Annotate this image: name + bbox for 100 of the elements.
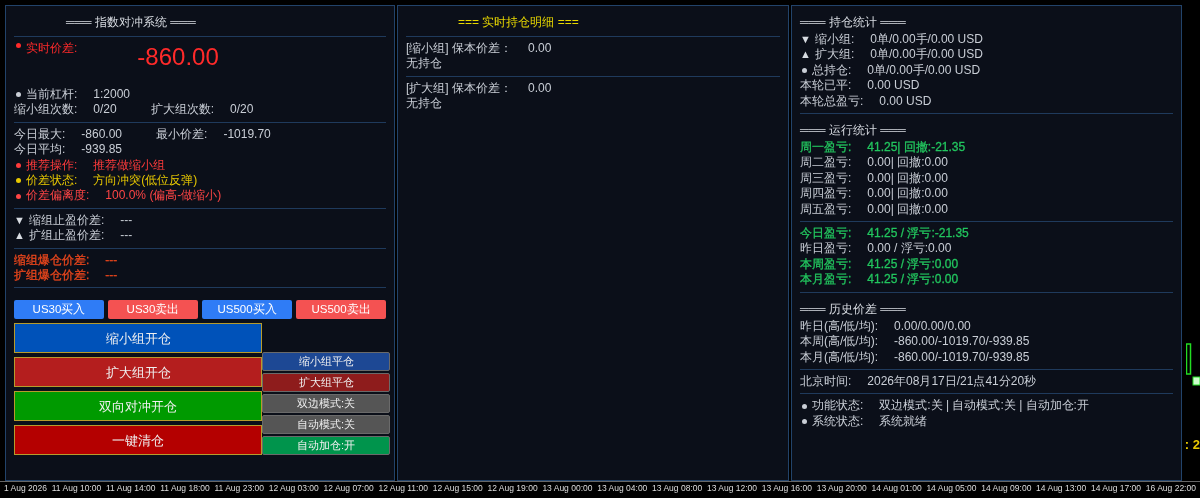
field-label: 扩大组次数: bbox=[150, 102, 215, 118]
field-label: 扩组止盈价差: bbox=[28, 228, 105, 244]
time-axis-label: 16 Aug 22:00 bbox=[1145, 482, 1196, 495]
time-axis-label: 12 Aug 19:00 bbox=[487, 482, 538, 495]
field-value: 0/20 bbox=[93, 102, 117, 118]
action-button[interactable]: 扩大组开仓 bbox=[14, 357, 262, 388]
bullet-marker: ▲ bbox=[14, 228, 25, 244]
panel-title: ═══ 持仓统计 ═══ bbox=[800, 14, 907, 31]
field-label: 总持仓: bbox=[812, 62, 852, 79]
time-axis-label: 12 Aug 03:00 bbox=[268, 482, 319, 495]
time-axis-label: 13 Aug 08:00 bbox=[652, 482, 703, 495]
field-value: -1019.70 bbox=[223, 126, 271, 143]
field-value: --- bbox=[120, 212, 133, 229]
trade-button[interactable]: US30卖出 bbox=[108, 300, 198, 320]
field-label: 系统状态: bbox=[812, 413, 864, 430]
field-value: 方向冲突(低位反弹) bbox=[93, 173, 198, 189]
field-value: 0/20 bbox=[230, 102, 254, 118]
field-label: 扩大组: bbox=[814, 47, 855, 63]
field-value: 100.0% (偏高-做缩小) bbox=[105, 188, 222, 204]
action-button[interactable]: 双向对冲开仓 bbox=[14, 391, 262, 422]
field-value: 0.00| 回撤:0.00 bbox=[867, 155, 948, 171]
time-axis-label: 13 Aug 12:00 bbox=[706, 482, 758, 495]
field-value: 0.00 bbox=[528, 41, 552, 57]
field-value: -860.00 bbox=[81, 126, 123, 143]
trade-button[interactable]: US30买入 bbox=[14, 300, 104, 320]
field-value: 0单/0.00手/0.00 USD bbox=[870, 47, 983, 63]
field-label: 周四盈亏: bbox=[800, 186, 852, 202]
field-label: 价差状态: bbox=[26, 173, 78, 189]
field-label: 无持仓 bbox=[406, 96, 442, 112]
time-axis-label: 13 Aug 16:00 bbox=[761, 482, 812, 495]
field-label: 缩组爆仓价差: bbox=[14, 252, 90, 269]
field-label: 实时价差: bbox=[26, 41, 78, 57]
time-axis-label: 12 Aug 07:00 bbox=[323, 482, 374, 495]
field-label: 周三盈亏: bbox=[800, 170, 852, 187]
field-label: 最小价差: bbox=[156, 126, 208, 143]
field-value: 0.00| 回撤:0.00 bbox=[867, 170, 948, 187]
time-axis-label: 13 Aug 00:00 bbox=[542, 482, 593, 495]
time-axis-label: 12 Aug 11:00 bbox=[378, 482, 428, 495]
trade-button[interactable]: US500买入 bbox=[202, 300, 292, 320]
field-label: 本周(高/低/均): bbox=[800, 334, 878, 350]
field-label: 功能状态: bbox=[812, 398, 864, 414]
field-label: 本月(高/低/均): bbox=[800, 349, 878, 365]
field-label: 缩小组次数: bbox=[14, 102, 78, 118]
field-label: 当前杠杆: bbox=[26, 87, 78, 103]
field-label: 无持仓 bbox=[406, 56, 442, 72]
bullet-marker: ▲ bbox=[800, 47, 811, 63]
time-axis-label: 14 Aug 05:00 bbox=[926, 482, 977, 495]
field-value: 0.00 / 浮亏:0.00 bbox=[867, 241, 952, 257]
time-axis-label: 11 Aug 14:00 bbox=[106, 482, 156, 495]
field-value: 41.25 / 浮亏:-21.35 bbox=[867, 226, 969, 242]
field-label: 北京时间: bbox=[800, 373, 852, 390]
toggle-button[interactable]: 自动模式:关 bbox=[262, 415, 390, 435]
time-axis-label: 13 Aug 20:00 bbox=[816, 482, 867, 495]
trade-button[interactable]: US500卖出 bbox=[296, 300, 386, 320]
field-value: 0.00/0.00/0.00 bbox=[894, 318, 971, 335]
candlestick-drawing bbox=[1186, 343, 1200, 387]
field-label: 缩组止盈价差: bbox=[28, 212, 105, 229]
field-value: 41.25 / 浮亏:0.00 bbox=[867, 272, 959, 288]
field-label: 今日平均: bbox=[14, 142, 66, 158]
field-value: --- bbox=[105, 268, 118, 284]
field-value: -939.85 bbox=[81, 142, 123, 158]
field-label: 推荐操作: bbox=[26, 157, 78, 174]
field-value: 0.00 USD bbox=[867, 78, 920, 94]
field-label: [扩大组] 保本价差： bbox=[406, 80, 512, 97]
field-value: 0.00 USD bbox=[879, 93, 932, 110]
bullet-marker: ▼ bbox=[14, 212, 25, 228]
field-label: 今日最大: bbox=[14, 126, 66, 143]
toggle-button[interactable]: 缩小组平仓 bbox=[262, 352, 390, 372]
action-button[interactable]: 缩小组开仓 bbox=[14, 323, 262, 354]
time-axis-label: 14 Aug 09:00 bbox=[981, 482, 1032, 495]
toggle-button[interactable]: 扩大组平仓 bbox=[262, 373, 390, 393]
field-label: 本轮已平: bbox=[800, 78, 852, 94]
field-label: 扩组爆仓价差: bbox=[14, 268, 90, 284]
time-axis-label: 14 Aug 13:00 bbox=[1036, 482, 1087, 495]
toggle-button[interactable]: 双边模式:关 bbox=[262, 394, 390, 414]
time-axis-label: 14 Aug 17:00 bbox=[1090, 482, 1142, 495]
field-value: 0.00 bbox=[528, 80, 552, 97]
time-axis-label: 11 Aug 10:00 bbox=[51, 482, 102, 495]
time-axis-label: 11 Aug 18:00 bbox=[160, 482, 210, 495]
field-label: 周二盈亏: bbox=[800, 155, 852, 171]
toggle-button[interactable]: 自动加仓:开 bbox=[262, 436, 390, 456]
field-value: 0.00| 回撤:0.00 bbox=[867, 201, 948, 218]
time-axis-label: 13 Aug 04:00 bbox=[597, 482, 648, 495]
action-button[interactable]: 一键清仓 bbox=[14, 425, 262, 456]
field-value: 1:2000 bbox=[93, 87, 131, 103]
field-label: [缩小组] 保本价差： bbox=[406, 41, 512, 57]
field-value: 2026年08月17日/21点41分20秒 bbox=[867, 373, 1037, 390]
field-value: --- bbox=[105, 252, 118, 269]
bullet-marker: ▼ bbox=[800, 32, 811, 47]
field-value: 双边模式:关 | 自动模式:关 | 自动加仓:开 bbox=[879, 398, 1089, 414]
field-label: 本月盈亏: bbox=[800, 272, 852, 288]
panel-title: ═══ 指数对冲系统 ═══ bbox=[65, 14, 197, 31]
field-value: 系统就绪 bbox=[879, 413, 928, 430]
field-label: 价差偏离度: bbox=[26, 188, 90, 204]
field-label: 今日盈亏: bbox=[800, 226, 852, 242]
field-value: 41.25 / 浮亏:0.00 bbox=[867, 256, 959, 273]
panel-title: ═══ 运行统计 ═══ bbox=[800, 122, 907, 140]
field-value: -860.00/-1019.70/-939.85 bbox=[894, 334, 1030, 350]
field-label: 昨日(高/低/均): bbox=[800, 318, 878, 335]
field-label: 周一盈亏: bbox=[800, 140, 852, 156]
